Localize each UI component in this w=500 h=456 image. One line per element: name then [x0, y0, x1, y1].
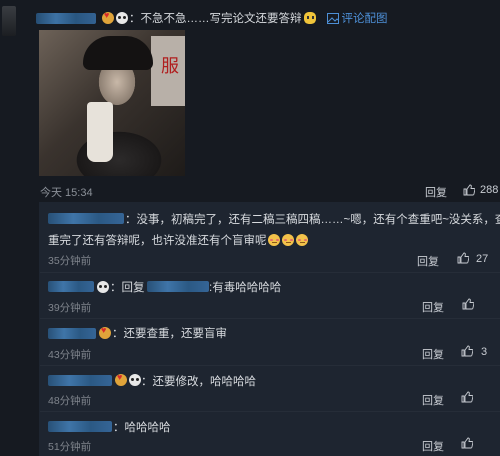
reply-text-line1: ：没事，初稿完了，还有二稿三稿四稿……~嗯，还有个查重吧~没关系，查 — [125, 214, 500, 226]
image-link-label: 评论配图 — [341, 13, 388, 25]
reply-username[interactable] — [48, 328, 96, 339]
post-text: ：不急不急……写完论文还要答辩 — [129, 13, 302, 25]
image-icon — [326, 12, 339, 24]
reply-button[interactable]: 回复 — [417, 253, 439, 269]
reply-button[interactable]: 回复 — [422, 346, 444, 362]
reply-text: ：哈哈哈哈 — [113, 422, 171, 434]
divider — [40, 272, 500, 273]
reply-username[interactable] — [48, 375, 112, 386]
thumbs-up-icon[interactable] — [461, 345, 473, 357]
thumbs-up-icon[interactable] — [462, 298, 474, 310]
post-likes-count: 288 — [480, 184, 499, 196]
panda-emoji-icon — [97, 281, 109, 293]
reply-text-line2: 重完了还有答辩呢，也许没准还有个盲审呢 — [48, 235, 267, 247]
divider — [40, 411, 500, 412]
shy-emoji-icon — [281, 234, 294, 246]
reply-username[interactable] — [48, 281, 94, 292]
post-header: ：不急不急……写完论文还要答辩 评论配图 — [36, 9, 388, 27]
reply-username[interactable] — [48, 213, 124, 224]
reply-likes-count: 3 — [481, 346, 488, 358]
username[interactable] — [36, 12, 96, 24]
reply-text: ：还要查重，还要盲审 — [112, 328, 227, 340]
reply-text: ：还要修改，哈哈哈哈 — [141, 376, 256, 388]
reply-text-line2-row: 重完了还有答辩呢，也许没准还有个盲审呢 — [48, 232, 309, 248]
thumbs-up-icon[interactable] — [461, 391, 473, 403]
heart-emoji-icon — [115, 372, 127, 386]
reply-likes-count: 27 — [476, 253, 489, 265]
photo-sign: 服 — [151, 36, 185, 106]
divider — [40, 318, 500, 319]
thumbs-up-icon[interactable] — [461, 437, 473, 449]
reply-time: 51分钟前 — [48, 441, 92, 453]
reply-time: 48分钟前 — [48, 395, 92, 407]
reply-button[interactable]: 回复 — [422, 392, 444, 408]
reply-button[interactable]: 回复 — [422, 299, 444, 315]
photo-sign-char: 服 — [161, 56, 179, 77]
reply-time: 35分钟前 — [48, 255, 92, 267]
thumbs-up-icon[interactable] — [463, 184, 475, 196]
shy-emoji-icon — [295, 234, 308, 246]
panda-emoji-icon — [116, 12, 128, 24]
reply-time: 39分钟前 — [48, 302, 92, 314]
photo-hair — [83, 36, 153, 70]
post-time: 今天 15:34 — [40, 187, 93, 199]
reply-target-username[interactable] — [147, 281, 209, 292]
divider — [40, 365, 500, 366]
heart-emoji-icon — [102, 10, 114, 24]
image-link[interactable]: 评论配图 — [326, 10, 388, 26]
heart-emoji-icon — [99, 325, 111, 339]
reply-button[interactable]: 回复 — [422, 438, 444, 454]
shy-emoji-icon — [267, 234, 280, 246]
reply-time: 43分钟前 — [48, 349, 92, 361]
thumbs-up-icon[interactable] — [457, 252, 469, 264]
reply-username[interactable] — [48, 421, 112, 432]
reply-text-prefix: ：回复 — [110, 282, 145, 294]
avatar[interactable] — [2, 6, 16, 36]
reply-text: :有毒哈哈哈哈 — [209, 282, 282, 294]
panda-emoji-icon — [129, 374, 141, 386]
cat-emoji-icon — [303, 12, 316, 24]
photo-cup — [87, 102, 113, 162]
post-photo[interactable]: 服 — [39, 30, 185, 176]
post-reply-button[interactable]: 回复 — [425, 184, 447, 200]
